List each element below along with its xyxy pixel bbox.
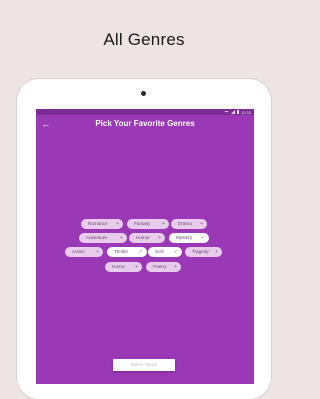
add-icon: + xyxy=(120,235,123,241)
battery-icon xyxy=(236,110,239,114)
genre-chip-romance[interactable]: Romance + xyxy=(81,219,123,229)
genre-chip-label: Drama xyxy=(178,221,192,226)
camera-dot xyxy=(141,91,146,96)
genre-chip-horror[interactable]: Horror + xyxy=(105,262,142,272)
genre-chip-poetry[interactable]: Poetry + xyxy=(146,262,181,272)
genre-chip-thriller[interactable]: Thriller ✓ xyxy=(107,247,147,257)
genre-chip-label: Fantasy xyxy=(134,221,151,226)
page-title: Pick Your Favorite Genres xyxy=(95,119,195,128)
genre-chip-humor[interactable]: Humor + xyxy=(129,233,165,243)
genre-chip-mystery[interactable]: Mystery ✓ xyxy=(169,233,209,243)
genre-chip-drama[interactable]: Drama + xyxy=(171,219,207,229)
add-icon: + xyxy=(96,249,99,255)
toolbar: ← Pick Your Favorite Genres xyxy=(36,115,254,133)
headline: All Genres xyxy=(103,30,185,49)
add-icon: + xyxy=(116,221,119,227)
status-time: 12:33 xyxy=(240,109,251,115)
genre-chip-label: Scifi xyxy=(155,249,164,254)
genre-chip-label: Humor xyxy=(136,235,150,240)
genre-chip-label: Romance xyxy=(88,221,108,226)
add-icon: + xyxy=(200,221,203,227)
genre-chip-label: Mystery xyxy=(176,235,193,240)
check-icon: ✓ xyxy=(138,249,143,255)
select-topics-button[interactable]: Select Topics xyxy=(113,359,175,371)
wifi-icon xyxy=(223,110,229,114)
genre-chip-label: Poetry xyxy=(153,264,167,269)
genre-chip-scifi[interactable]: Scifi ✓ xyxy=(148,247,182,257)
signal-icon xyxy=(230,110,235,114)
add-icon: + xyxy=(158,235,161,241)
check-icon: ✓ xyxy=(200,235,205,241)
genre-chip-label: Adventure xyxy=(86,235,107,240)
genre-chip-label: Action xyxy=(72,249,85,254)
genre-chip-fantasy[interactable]: Fantasy + xyxy=(127,219,169,229)
genre-chip-adventure[interactable]: Adventure + xyxy=(79,233,127,243)
genre-chip-label: Horror xyxy=(112,264,126,269)
check-icon: ✓ xyxy=(173,249,178,255)
add-icon: + xyxy=(135,264,138,270)
add-icon: + xyxy=(215,249,218,255)
add-icon: + xyxy=(174,264,177,270)
app-screen: 12:33 ← Pick Your Favorite Genres Romanc… xyxy=(36,109,254,384)
add-icon: + xyxy=(162,221,165,227)
genre-chip-label: Thriller xyxy=(114,249,129,254)
genre-chip-label: Tragedy xyxy=(192,249,209,254)
genre-chip-tragedy[interactable]: Tragedy + xyxy=(185,247,222,257)
genre-chip-action[interactable]: Action + xyxy=(65,247,103,257)
